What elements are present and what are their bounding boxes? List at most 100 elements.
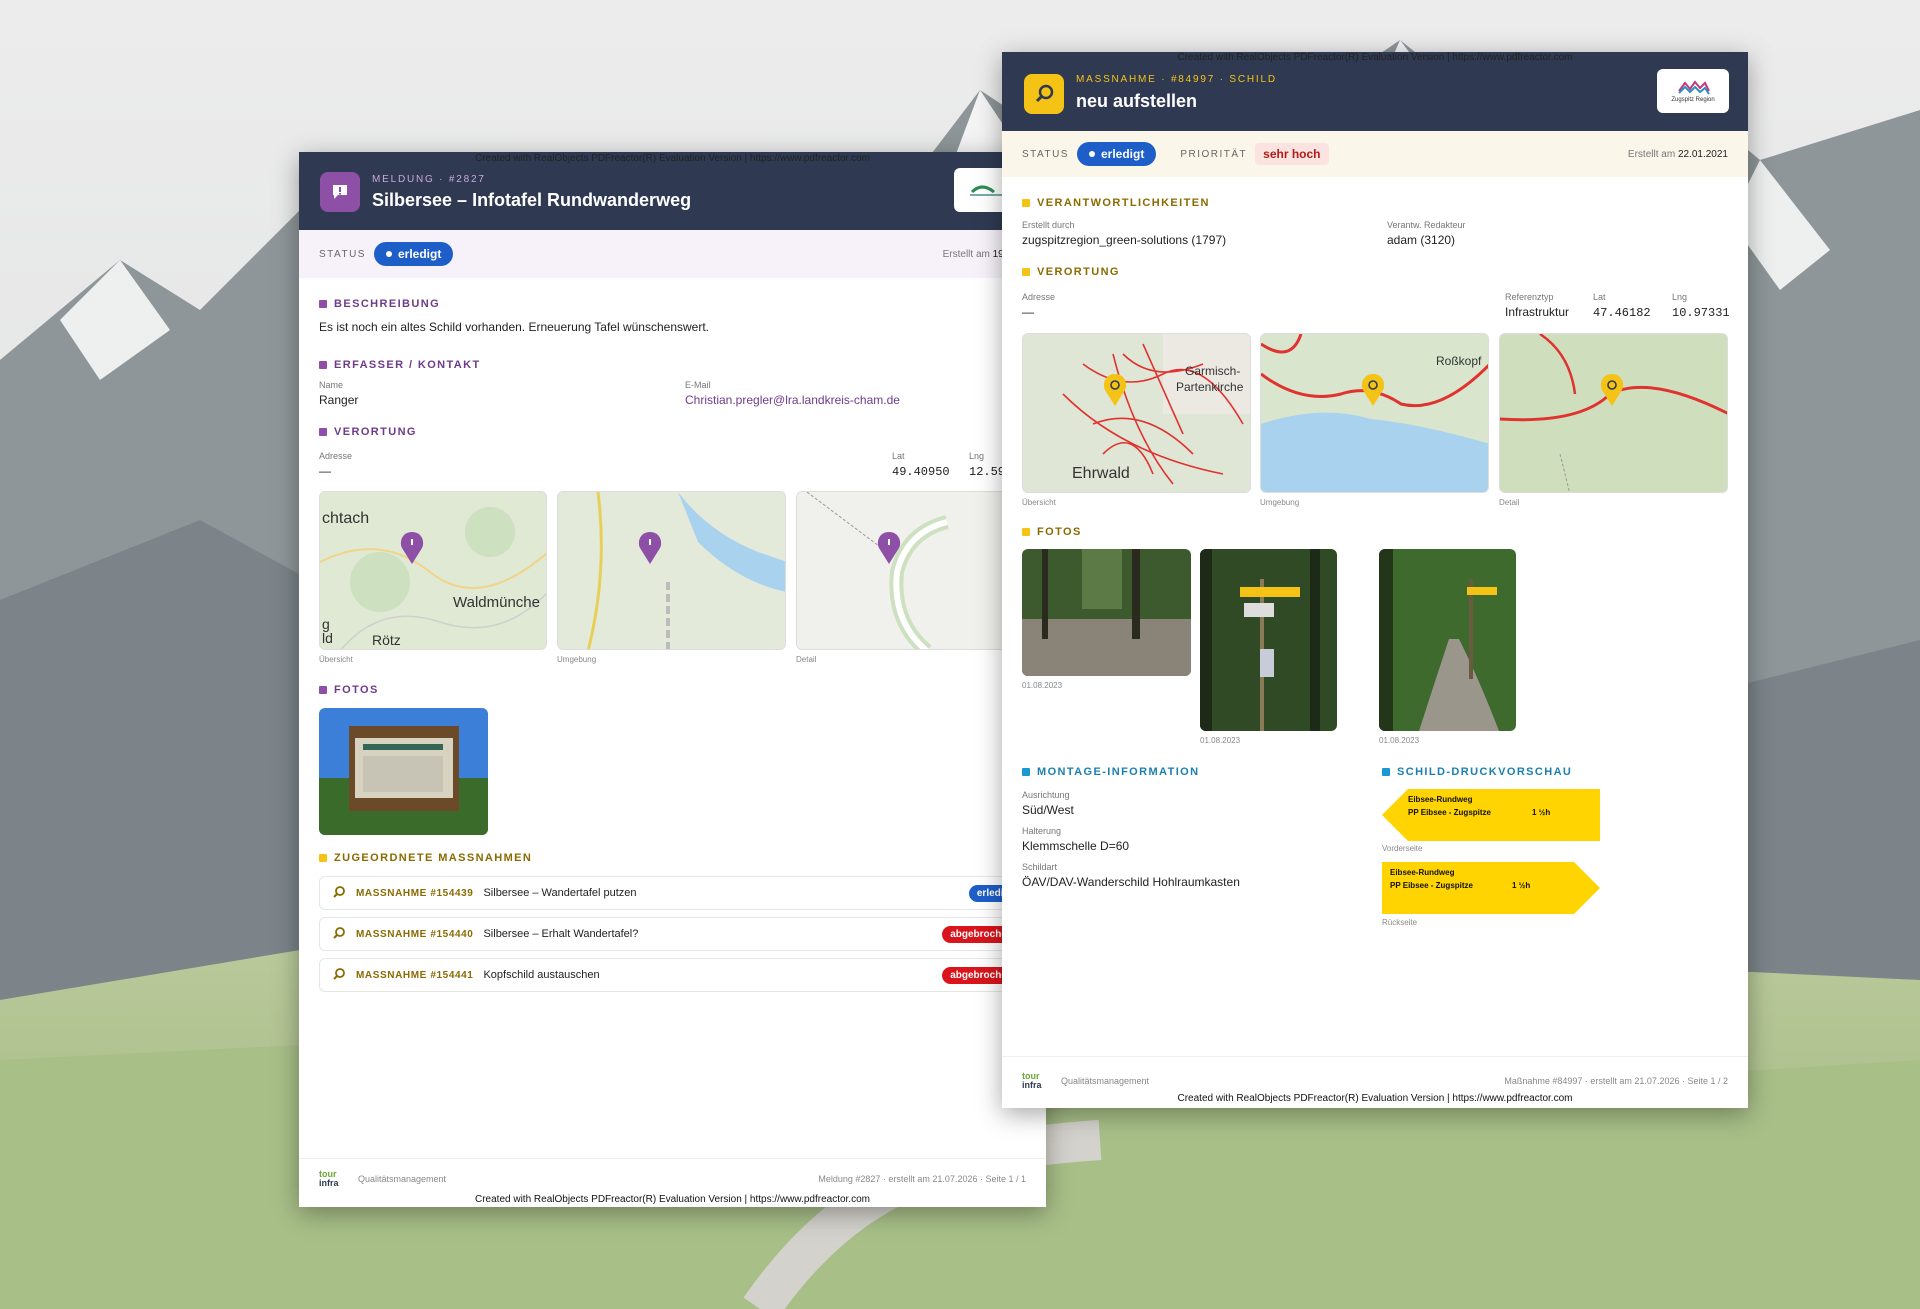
map-caption: Detail xyxy=(1499,498,1520,507)
map-caption: Umgebung xyxy=(1260,498,1300,507)
massnahme-header: Created with RealObjects PDFreactor(R) E… xyxy=(1002,52,1748,131)
map-overview[interactable]: Garmisch- Partenkirche Ehrwald xyxy=(1022,333,1251,493)
map-detail[interactable] xyxy=(796,491,1026,650)
map-place-label: Ehrwald xyxy=(1072,465,1130,482)
adresse-value: — xyxy=(319,464,331,478)
map-caption: Übersicht xyxy=(1022,498,1056,507)
sign-back-preview[interactable]: Eibsee-Rundweg PP Eibsee - Zugspitze 1 ½… xyxy=(1382,862,1600,914)
email-label: E-Mail xyxy=(685,380,711,390)
schildart-label: Schildart xyxy=(1022,862,1058,872)
wrench-icon xyxy=(332,885,346,902)
beschreibung-text: Es ist noch ein altes Schild vorhanden. … xyxy=(319,320,710,334)
map-place-label: ld xyxy=(322,630,333,646)
section-fotos: FOTOS xyxy=(319,684,379,696)
erstellt-label: Erstellt durch xyxy=(1022,220,1075,230)
page-title: neu aufstellen xyxy=(1076,91,1198,111)
map-place-label: Waldmünche xyxy=(453,594,540,611)
section-montage: MONTAGE-INFORMATION xyxy=(1022,766,1199,778)
adresse-value: — xyxy=(1022,305,1034,319)
message-alert-icon xyxy=(320,172,360,212)
list-item[interactable]: MASSNAHME #154439 Silbersee – Wandertafe… xyxy=(319,876,1024,910)
lng-value: 10.97331 xyxy=(1672,306,1730,320)
photo-date: 01.08.2023 xyxy=(1379,736,1420,745)
reftyp-label: Referenztyp xyxy=(1505,292,1554,302)
pin-icon xyxy=(1600,374,1624,406)
photo-date: 01.08.2023 xyxy=(1022,681,1063,690)
meldung-document: Created with RealObjects PDFreactor(R) E… xyxy=(299,152,1046,1207)
map-place-label: chtach xyxy=(322,510,370,527)
section-druckvorschau: SCHILD-DRUCKVORSCHAU xyxy=(1382,766,1572,778)
lat-label: Lat xyxy=(892,451,905,461)
section-massnahmen: ZUGEORDNETE MASSNAHMEN xyxy=(319,852,532,864)
list-item[interactable]: MASSNAHME #154440 Silbersee – Erhalt Wan… xyxy=(319,917,1024,951)
pin-icon xyxy=(1103,374,1127,406)
redakteur-label: Verantw. Redakteur xyxy=(1387,220,1466,230)
halterung-value: Klemmschelle D=60 xyxy=(1022,839,1130,853)
priority-badge: sehr hoch xyxy=(1255,143,1329,165)
priority-label: PRIORITÄT xyxy=(1180,148,1248,160)
pin-icon xyxy=(400,532,424,564)
photo-date: 01.08.2023 xyxy=(1200,736,1241,745)
list-item[interactable]: MASSNAHME #154441 Kopfschild austauschen… xyxy=(319,958,1024,992)
lng-label: Lng xyxy=(1672,292,1688,302)
photo-thumbnail[interactable] xyxy=(319,708,488,835)
status-bar: STATUS erledigt Erstellt am 19.10.2 xyxy=(299,230,1046,278)
lng-label: Lng xyxy=(969,451,985,461)
section-verortung: VERORTUNG xyxy=(1022,266,1120,278)
map-place-label: Rötz xyxy=(372,632,401,648)
wrench-icon xyxy=(332,967,346,984)
photo-thumbnail[interactable] xyxy=(1379,549,1516,731)
map-surroundings[interactable]: Roßkopf xyxy=(1260,333,1489,493)
photo-thumbnail[interactable] xyxy=(1200,549,1337,731)
sign-caption: Vorderseite xyxy=(1382,844,1423,853)
pin-icon xyxy=(638,532,662,564)
zugspitz-region-logo: Zugspitz Region xyxy=(1657,69,1729,113)
status-label: STATUS xyxy=(319,248,366,260)
adresse-label: Adresse xyxy=(1022,292,1056,302)
page-title: Silbersee – Infotafel Rundwanderweg xyxy=(372,190,692,210)
lat-value: 49.40950 xyxy=(892,465,950,479)
meldung-eyebrow: MELDUNG · #2827 xyxy=(372,174,486,185)
pin-icon xyxy=(1361,374,1385,406)
section-beschreibung: BESCHREIBUNG xyxy=(319,298,440,310)
map-surroundings[interactable] xyxy=(557,491,786,650)
lat-value: 47.46182 xyxy=(1593,306,1651,320)
sign-caption: Rückseite xyxy=(1382,918,1418,927)
schildart-value: ÖAV/DAV-Wanderschild Hohlraumkasten xyxy=(1022,875,1240,889)
watermark: Created with RealObjects PDFreactor(R) E… xyxy=(475,1194,870,1205)
name-label: Name xyxy=(319,380,344,390)
map-place-label: Roßkopf xyxy=(1436,354,1482,368)
map-caption: Detail xyxy=(796,655,817,664)
halterung-label: Halterung xyxy=(1022,826,1062,836)
photo-thumbnail[interactable] xyxy=(1022,549,1191,676)
watermark: Created with RealObjects PDFreactor(R) E… xyxy=(1177,52,1573,63)
watermark: Created with RealObjects PDFreactor(R) E… xyxy=(475,153,870,164)
map-place-label: Partenkirche xyxy=(1176,380,1244,394)
map-caption: Übersicht xyxy=(319,655,353,664)
map-place-label: Garmisch- xyxy=(1185,364,1241,378)
created-date: Erstellt am 22.01.2021 xyxy=(1627,148,1728,160)
watermark: Created with RealObjects PDFreactor(R) E… xyxy=(1177,1093,1573,1104)
lat-label: Lat xyxy=(1593,292,1606,302)
redakteur-value: adam (3120) xyxy=(1387,233,1456,247)
ausrichtung-label: Ausrichtung xyxy=(1022,790,1070,800)
status-badge[interactable]: erledigt xyxy=(373,242,454,266)
section-erfasser: ERFASSER / KONTAKT xyxy=(319,359,481,371)
wrench-icon xyxy=(332,926,346,943)
email-link[interactable]: Christian.pregler@lra.landkreis-cham.de xyxy=(685,393,900,407)
name-value: Ranger xyxy=(319,393,359,407)
ausrichtung-value: Süd/West xyxy=(1022,803,1074,817)
lng-value: 12.59 xyxy=(969,465,1006,479)
status-badge[interactable]: erledigt xyxy=(1076,142,1157,166)
map-overview[interactable]: chtach Waldmünche Rötz g ld xyxy=(319,491,547,650)
map-caption: Umgebung xyxy=(557,655,597,664)
section-verantwortlichkeiten: VERANTWORTLICHKEITEN xyxy=(1022,197,1210,209)
massnahme-eyebrow: MASSNAHME · #84997 · SCHILD xyxy=(1076,74,1277,85)
section-verortung: VERORTUNG xyxy=(319,426,417,438)
tourinfra-logo: tour infra xyxy=(319,1169,339,1188)
meldung-header: Created with RealObjects PDFreactor(R) E… xyxy=(299,152,1046,230)
sign-front-preview[interactable]: Eibsee-Rundweg PP Eibsee - Zugspitze 1 ½… xyxy=(1382,789,1600,841)
massnahme-document: Created with RealObjects PDFreactor(R) E… xyxy=(1002,52,1748,1108)
adresse-label: Adresse xyxy=(319,451,353,461)
map-detail[interactable] xyxy=(1499,333,1728,493)
